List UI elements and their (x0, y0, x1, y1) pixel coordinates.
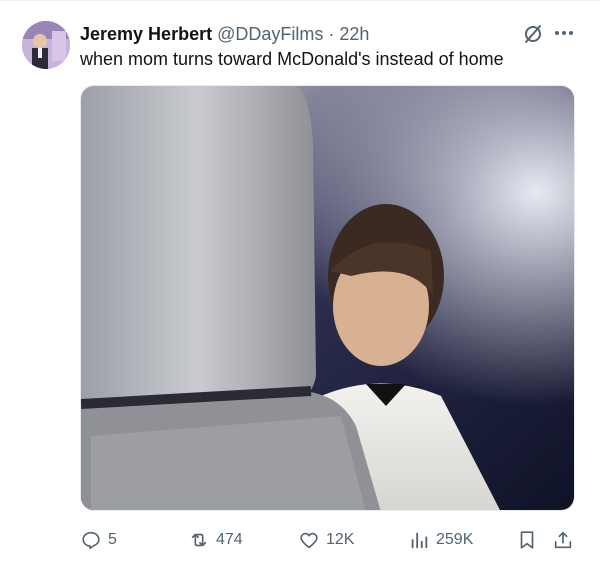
bookmark-icon (520, 531, 534, 549)
share-icon (554, 531, 572, 549)
views-button[interactable]: 259K (408, 527, 473, 553)
timestamp[interactable]: 22h (339, 24, 369, 44)
like-icon (300, 532, 318, 549)
views-count: 259K (436, 531, 474, 548)
tweet-media[interactable] (80, 85, 575, 511)
tweet-header: Jeremy Herbert @DDayFilms · 22h (80, 23, 510, 45)
tweet-text: when mom turns toward McDonald's instead… (80, 49, 504, 69)
separator: · (328, 24, 335, 44)
avatar[interactable] (22, 21, 70, 69)
repost-icon (191, 533, 207, 547)
views-icon (411, 532, 428, 549)
grok-icon[interactable] (522, 23, 544, 45)
reply-button[interactable]: 5 (80, 527, 117, 553)
author-handle[interactable]: @DDayFilms (217, 24, 323, 44)
more-icon[interactable] (552, 21, 576, 45)
reply-icon (82, 531, 100, 550)
like-count: 12K (326, 531, 355, 548)
author-name[interactable]: Jeremy Herbert (80, 24, 212, 44)
reply-count: 5 (108, 531, 117, 548)
like-button[interactable]: 12K (298, 527, 354, 553)
tweet-card[interactable]: Jeremy Herbert @DDayFilms · 22h when mom… (0, 0, 600, 563)
share-button[interactable] (552, 527, 574, 553)
repost-count: 474 (216, 531, 243, 548)
bookmark-button[interactable] (516, 527, 538, 553)
photo (81, 86, 574, 510)
action-bar: 5 474 12K 259K (80, 527, 580, 553)
repost-button[interactable]: 474 (188, 527, 243, 553)
avatar-image (22, 21, 70, 69)
